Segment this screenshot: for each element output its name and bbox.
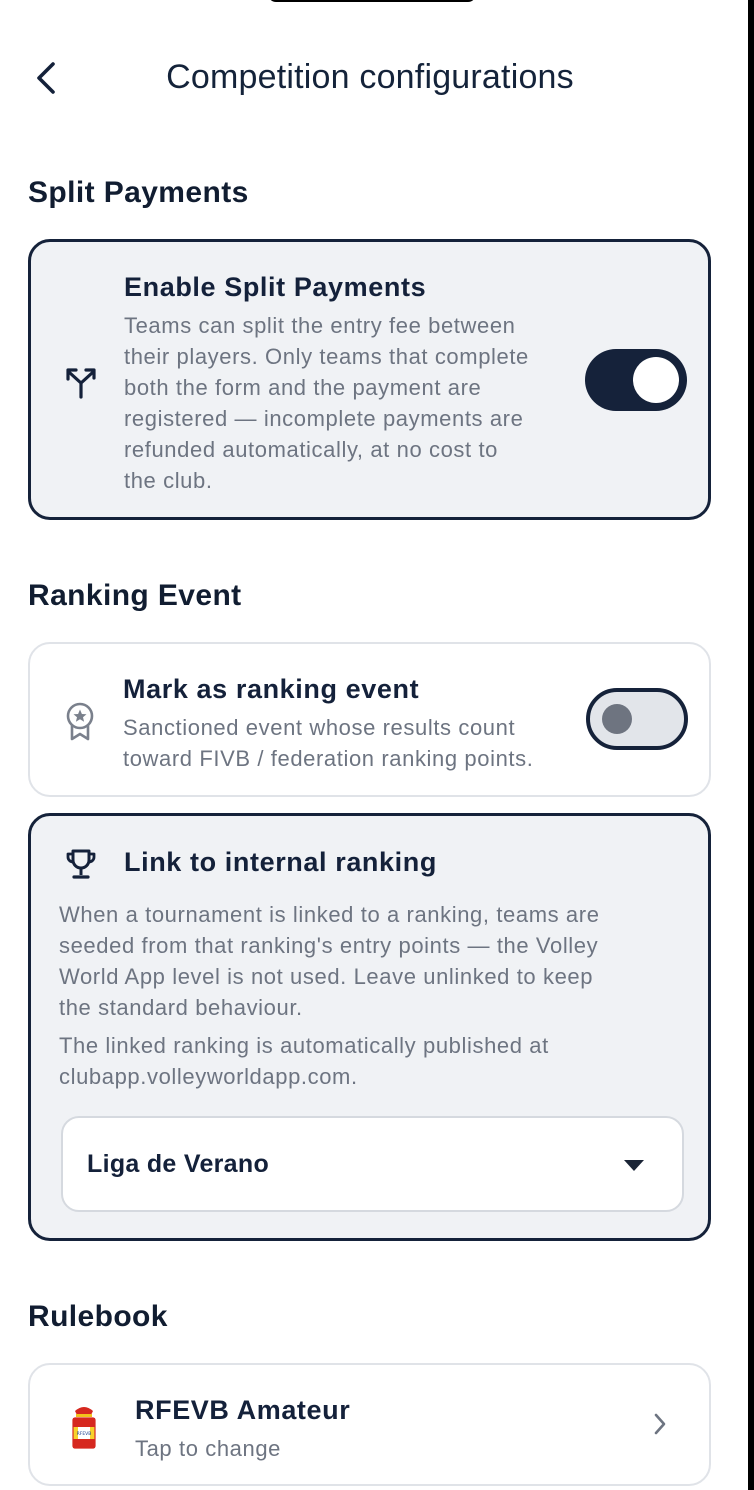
svg-text:RFEVB: RFEVB [77, 1431, 92, 1437]
split-arrows-icon [61, 364, 101, 400]
split-payments-card: Enable Split Payments Teams can split th… [28, 239, 711, 520]
ranking-event-title: Mark as ranking event [123, 674, 420, 704]
rulebook-subtitle: Tap to change [135, 1436, 282, 1461]
toggle-knob [633, 357, 679, 403]
ranking-event-card: Mark as ranking event Sanctioned event w… [28, 642, 711, 797]
device-notch [268, 0, 476, 2]
ranking-event-description: Sanctioned event whose results count tow… [123, 715, 534, 771]
chevron-right-icon [653, 1412, 667, 1441]
caret-down-icon [624, 1160, 644, 1171]
section-title-split-payments: Split Payments [28, 176, 249, 209]
device-edge [748, 0, 754, 1490]
internal-ranking-title: Link to internal ranking [124, 847, 437, 877]
internal-ranking-description: When a tournament is linked to a ranking… [59, 902, 600, 1020]
page-title: Competition configurations [166, 58, 574, 96]
rfevb-logo-icon: RFEVB [68, 1401, 100, 1453]
ranking-select[interactable]: Liga de Verano [61, 1116, 684, 1212]
section-title-ranking-event: Ranking Event [28, 579, 242, 612]
split-payments-description: Teams can split the entry fee between th… [124, 313, 529, 493]
ranking-event-toggle[interactable] [586, 688, 688, 750]
award-badge-icon [60, 700, 100, 742]
trophy-icon [61, 844, 101, 884]
internal-ranking-card: Link to internal ranking When a tourname… [28, 813, 711, 1241]
section-title-rulebook: Rulebook [28, 1300, 168, 1333]
rulebook-card[interactable]: RFEVB RFEVB Amateur Tap to change [28, 1363, 711, 1486]
internal-ranking-note: The linked ranking is automatically publ… [59, 1033, 549, 1089]
top-bar: Competition configurations [0, 40, 748, 116]
toggle-knob [602, 704, 632, 734]
split-payments-toggle[interactable] [585, 349, 687, 411]
rulebook-name: RFEVB Amateur [135, 1395, 351, 1425]
ranking-select-value: Liga de Verano [87, 1150, 270, 1178]
split-payments-title: Enable Split Payments [124, 272, 427, 302]
